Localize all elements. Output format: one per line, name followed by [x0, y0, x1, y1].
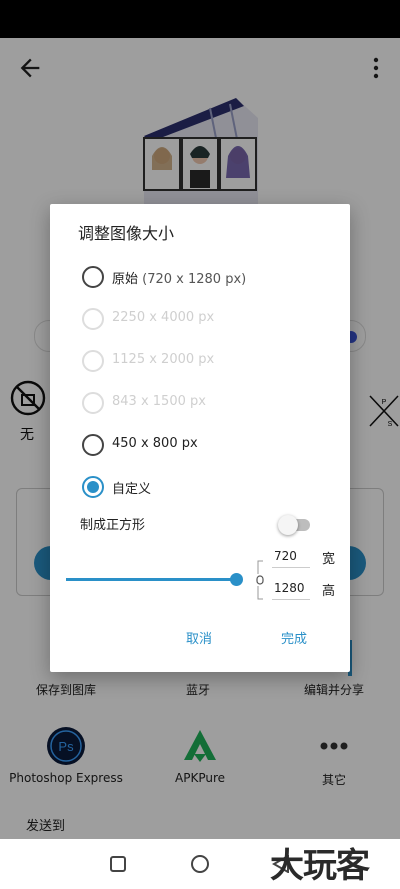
option-2250x4000: 2250 x 4000 px: [80, 306, 330, 332]
height-unit-label: 高: [322, 584, 336, 599]
radio-custom[interactable]: [82, 476, 104, 498]
make-square-label: 制成正方形: [80, 518, 146, 533]
option-843x1500: 843 x 1500 px: [80, 390, 330, 416]
radio-2250x4000: [82, 308, 104, 330]
aspect-lock-icon[interactable]: [256, 560, 264, 600]
radio-1125x2000: [82, 350, 104, 372]
status-bar: [0, 0, 400, 38]
width-unit-label: 宽: [322, 552, 336, 567]
cancel-button[interactable]: 取消: [186, 628, 212, 647]
radio-843x1500: [82, 392, 104, 414]
option-450x800-label: 450 x 800 px: [112, 436, 198, 451]
option-original[interactable]: 原始 (720 x 1280 px): [80, 264, 330, 290]
option-450x800[interactable]: 450 x 800 px: [80, 432, 330, 458]
option-custom-label: 自定义: [112, 482, 152, 497]
radio-450x800[interactable]: [82, 434, 104, 456]
slider-knob[interactable]: [229, 573, 243, 586]
option-original-label: 原始: [112, 272, 139, 287]
radio-original[interactable]: [82, 266, 104, 288]
option-1125x2000: 1125 x 2000 px: [80, 348, 330, 374]
option-original-detail: (720 x 1280 px): [142, 272, 247, 287]
make-square-toggle[interactable]: [278, 514, 312, 535]
site-watermark: 大玩客: [270, 846, 370, 886]
toggle-thumb: [278, 515, 298, 535]
option-custom[interactable]: 自定义: [80, 474, 330, 500]
height-input[interactable]: 1280: [272, 576, 310, 600]
home-button[interactable]: [191, 855, 209, 873]
size-slider[interactable]: [66, 570, 243, 590]
done-button[interactable]: 完成: [281, 628, 307, 647]
option-1125x2000-label: 1125 x 2000 px: [112, 352, 215, 367]
width-input[interactable]: 720: [272, 544, 310, 568]
slider-track: [66, 578, 236, 581]
option-2250x4000-label: 2250 x 4000 px: [112, 310, 215, 325]
resize-image-dialog: 调整图像大小 原始 (720 x 1280 px) 2250 x 4000 px…: [50, 204, 350, 672]
recents-button[interactable]: [110, 856, 126, 872]
option-843x1500-label: 843 x 1500 px: [112, 394, 206, 409]
dialog-title: 调整图像大小: [78, 224, 175, 243]
